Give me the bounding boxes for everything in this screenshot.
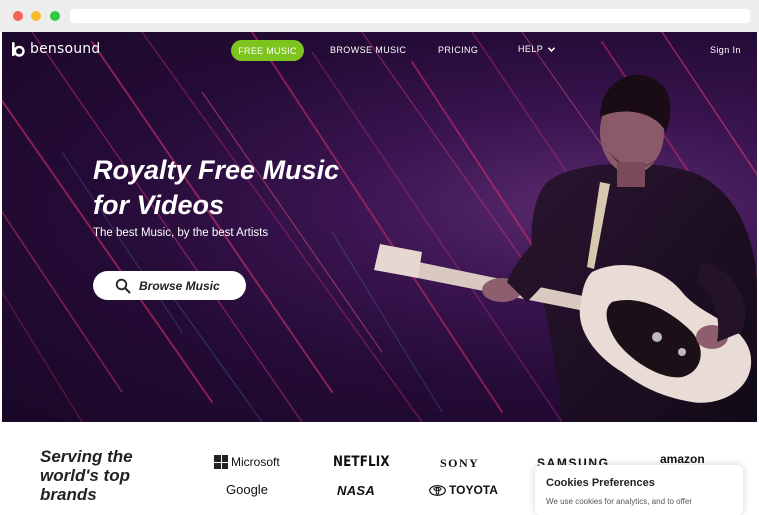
- cookies-text: We use cookies for analytics, and to off…: [546, 497, 693, 506]
- hero-title-line1: Royalty Free Music: [93, 155, 340, 185]
- search-icon: [115, 278, 131, 293]
- sign-in-link[interactable]: Sign In: [710, 45, 741, 55]
- brands-heading-line1: Serving the: [40, 447, 133, 466]
- hero-title-line2: for Videos: [93, 190, 225, 220]
- netflix-logo: NETFLIX: [333, 454, 390, 470]
- cookies-title: Cookies Preferences: [546, 477, 655, 489]
- minimize-window-icon[interactable]: [31, 11, 41, 21]
- brands-heading: Serving the world's top brands: [40, 447, 133, 504]
- toyota-logo: TOYOTA: [429, 483, 498, 497]
- toyota-emblem-icon: [429, 484, 446, 496]
- sony-logo: SONY: [440, 456, 480, 470]
- brands-heading-line2: world's top: [40, 466, 130, 485]
- maximize-window-icon[interactable]: [50, 11, 60, 21]
- browser-chrome: [0, 0, 759, 32]
- logo-text: bensound: [30, 41, 101, 57]
- hero-subtitle: The best Music, by the best Artists: [93, 227, 269, 239]
- nav-help-label: HELP: [518, 44, 544, 54]
- google-logo: Google: [226, 482, 268, 497]
- bensound-logo[interactable]: bensound: [12, 41, 100, 57]
- browse-music-button[interactable]: Browse Music: [93, 271, 246, 300]
- toyota-text: TOYOTA: [449, 483, 498, 497]
- microsoft-text: Microsoft: [231, 455, 280, 469]
- brands-heading-line3: brands: [40, 485, 97, 504]
- nav-pricing[interactable]: PRICING: [438, 45, 478, 55]
- microsoft-logo: Microsoft: [214, 455, 280, 469]
- microsoft-windows-icon: [214, 455, 228, 469]
- cookies-preferences-panel[interactable]: Cookies Preferences We use cookies for a…: [535, 465, 743, 515]
- top-navigation: bensound FREE MUSIC BROWSE MUSIC PRICING…: [2, 32, 757, 72]
- hero-section: bensound FREE MUSIC BROWSE MUSIC PRICING…: [2, 32, 757, 422]
- nav-help[interactable]: HELP: [518, 44, 556, 54]
- nasa-logo: NASA: [337, 483, 376, 498]
- browse-music-label: Browse Music: [139, 278, 220, 293]
- amazon-logo: amazon: [660, 452, 705, 466]
- hero-title: Royalty Free Music for Videos: [93, 153, 393, 223]
- bensound-logo-icon: [12, 41, 25, 57]
- chevron-down-icon: [548, 46, 556, 52]
- address-bar[interactable]: [70, 9, 750, 23]
- close-window-icon[interactable]: [13, 11, 23, 21]
- nav-browse-music[interactable]: BROWSE MUSIC: [330, 45, 406, 55]
- nav-free-music[interactable]: FREE MUSIC: [231, 40, 304, 61]
